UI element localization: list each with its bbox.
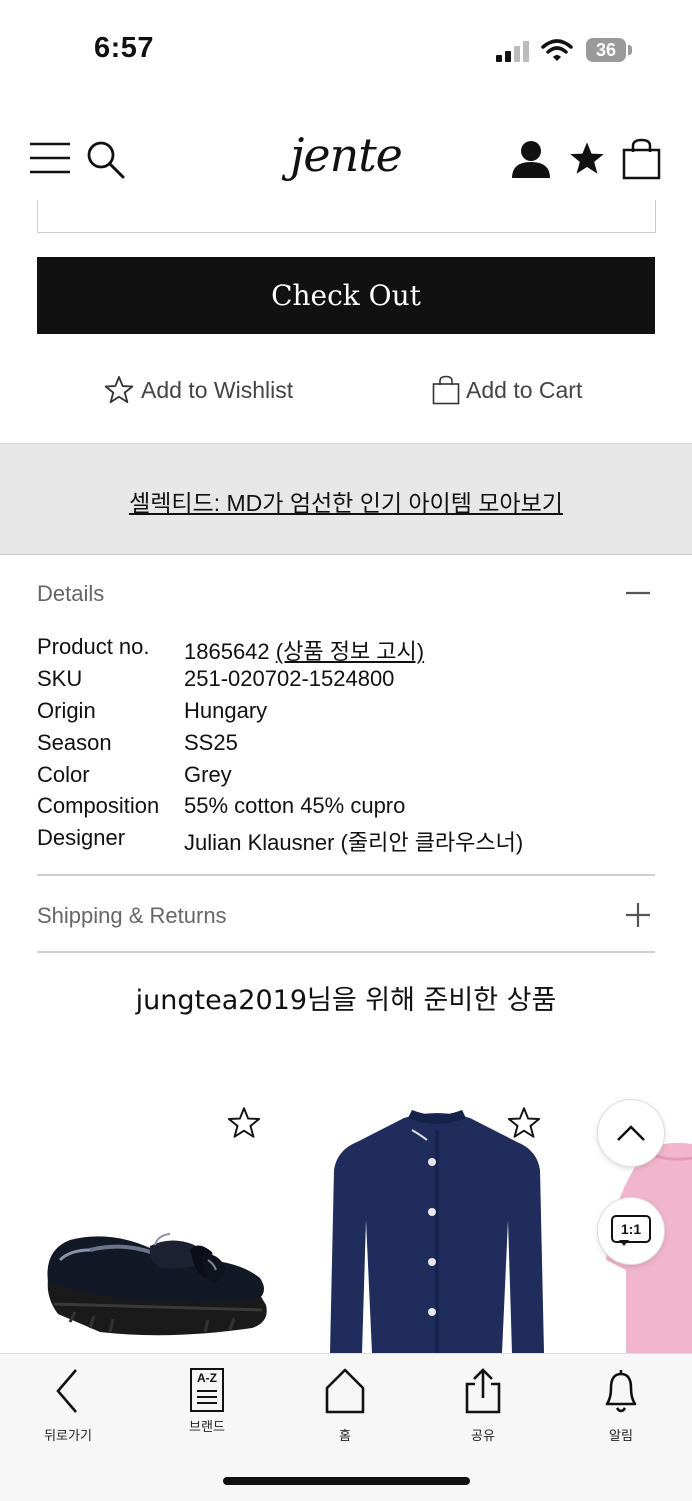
divider: [37, 874, 655, 876]
wishlist-star-icon[interactable]: [568, 141, 606, 177]
wishlist-star-outline-icon[interactable]: [506, 1106, 542, 1140]
one-on-one-chat-button[interactable]: 1:1: [597, 1197, 665, 1265]
details-title: Details: [37, 581, 105, 606]
detail-label: Color: [37, 762, 90, 787]
chat-bubble-icon: 1:1: [611, 1215, 651, 1247]
detail-label: Origin: [37, 698, 96, 723]
cellular-signal-icon: [496, 41, 532, 62]
add-to-cart-label: Add to Cart: [466, 376, 583, 403]
home-icon: [325, 1368, 365, 1414]
detail-label: Designer: [37, 825, 126, 850]
detail-value: 55% cotton 45% cupro: [184, 793, 406, 818]
shipping-returns-toggle[interactable]: Shipping & Returns: [37, 890, 655, 940]
detail-value: Grey: [184, 762, 232, 787]
nav-share[interactable]: 공유: [438, 1366, 528, 1444]
star-outline-icon: [104, 376, 134, 404]
bell-icon: [605, 1370, 637, 1413]
detail-value: Hungary: [184, 698, 268, 723]
chevron-up-icon: [617, 1125, 645, 1141]
battery-indicator: 36: [586, 38, 626, 62]
account-icon[interactable]: [512, 140, 550, 178]
detail-value-product-no: 1865642 (상품 정보 고시): [184, 634, 424, 666]
expand-plus-icon: [626, 903, 650, 927]
collapse-minus-icon[interactable]: [626, 583, 650, 603]
divider: [37, 951, 655, 953]
recommendation-title: jungtea2019님을 위해 준비한 상품: [135, 985, 557, 1016]
detail-label: SKU: [37, 666, 83, 691]
product-card[interactable]: [30, 1100, 280, 1350]
detail-value: SS25: [184, 730, 238, 755]
detail-label: Composition: [37, 793, 160, 818]
nav-brand[interactable]: A-Z 브랜드: [162, 1366, 252, 1435]
nav-home-label: 홈: [339, 1428, 351, 1443]
add-to-cart-button[interactable]: Add to Cart: [432, 372, 582, 408]
nav-home[interactable]: 홈: [300, 1366, 390, 1444]
add-to-wishlist-button[interactable]: Add to Wishlist: [103, 372, 293, 408]
detail-value: Julian Klausner (줄리안 클라우스너): [184, 830, 524, 855]
shipping-returns-title: Shipping & Returns: [37, 903, 227, 928]
product-info-notice-link[interactable]: (상품 정보 고시): [276, 639, 424, 664]
add-to-wishlist-label: Add to Wishlist: [141, 376, 294, 403]
battery-tip: [628, 45, 632, 55]
product-card[interactable]: [312, 1100, 562, 1353]
scroll-to-top-button[interactable]: [597, 1099, 665, 1167]
status-time: 6:57: [94, 32, 155, 64]
detail-value: 251-020702-1524800: [184, 666, 395, 691]
product-number: 1865642: [184, 639, 270, 664]
nav-notifications[interactable]: 알림: [576, 1366, 666, 1444]
promo-banner: 셀렉티드: MD가 엄선한 인기 아이템 모아보기: [0, 443, 692, 555]
nav-notifications-label: 알림: [609, 1428, 633, 1443]
nav-brand-label: 브랜드: [189, 1419, 225, 1434]
back-arrow-icon: [56, 1369, 77, 1413]
detail-label: Product no.: [37, 634, 150, 659]
nav-back[interactable]: 뒤로가기: [23, 1366, 113, 1444]
az-icon-text: A-Z: [197, 1371, 217, 1385]
promo-banner-link[interactable]: 셀렉티드: MD가 엄선한 인기 아이템 모아보기: [0, 484, 692, 518]
bag-outline-icon: [432, 375, 460, 405]
home-indicator: [223, 1477, 470, 1485]
shopping-bag-icon[interactable]: [622, 138, 662, 180]
wishlist-star-outline-icon[interactable]: [226, 1106, 262, 1140]
wifi-icon: [541, 39, 573, 61]
checkout-button[interactable]: Check Out: [37, 257, 655, 334]
nav-share-label: 공유: [471, 1428, 495, 1443]
nav-back-label: 뒤로가기: [44, 1428, 92, 1443]
input-field-bottom-edge: [37, 200, 656, 233]
az-brand-icon: A-Z: [190, 1368, 224, 1412]
detail-label: Season: [37, 730, 112, 755]
share-icon: [465, 1368, 501, 1414]
chat-label: 1:1: [611, 1215, 651, 1243]
